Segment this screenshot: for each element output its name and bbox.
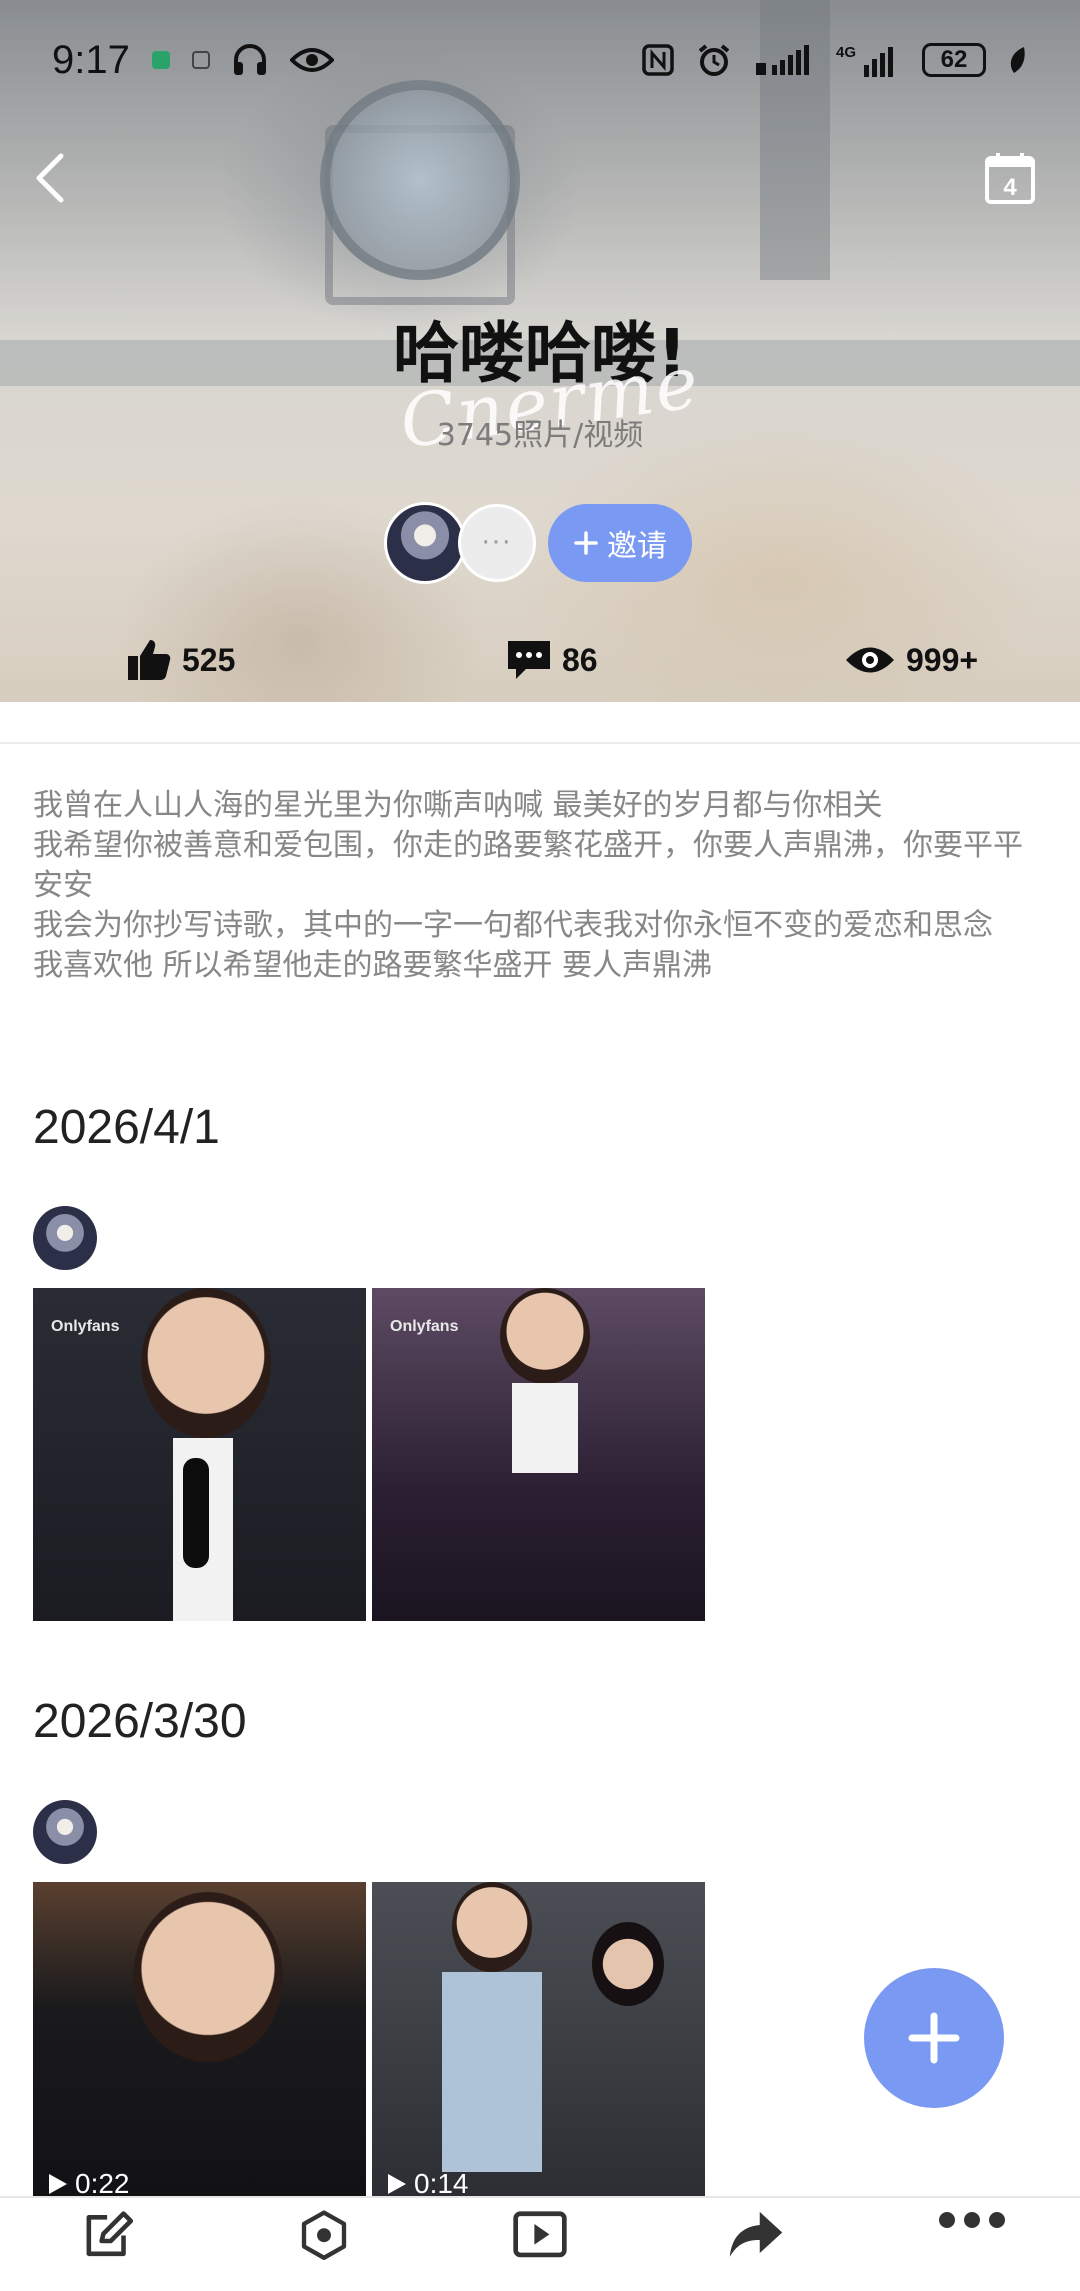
bottom-toolbar bbox=[0, 2196, 1080, 2291]
battery-indicator: 62 bbox=[922, 43, 986, 77]
album-description: 我曾在人山人海的星光里为你嘶声呐喊 最美好的岁月都与你相关 我希望你被善意和爱包… bbox=[33, 788, 1023, 983]
video-duration: 0:14 bbox=[386, 2168, 469, 2196]
photo-subject bbox=[141, 1288, 271, 1438]
like-button[interactable]: 525 bbox=[126, 620, 235, 700]
photo-brand-label: Onlyfans bbox=[51, 1318, 120, 1335]
calendar-icon: 4 bbox=[985, 153, 1035, 204]
photo-subject bbox=[500, 1288, 590, 1384]
nfc-icon bbox=[642, 44, 674, 76]
video-thumbnail[interactable]: 0:14 bbox=[372, 1882, 705, 2196]
chevron-left-icon bbox=[36, 153, 64, 203]
back-button[interactable] bbox=[20, 148, 80, 208]
photo-brand-label: Onlyfans bbox=[390, 1318, 459, 1335]
toolbar-share-button[interactable] bbox=[656, 2210, 856, 2291]
photo-subject-shirt bbox=[512, 1383, 578, 1473]
post-author-avatar[interactable] bbox=[33, 1206, 97, 1270]
app-screen: 9:17 4G 62 4 哈喽哈喽! Cnerme 3745照片/视频 ··· … bbox=[0, 0, 1080, 2291]
date-heading: 2026/4/1 bbox=[33, 1101, 220, 1154]
signal-icon bbox=[754, 45, 814, 75]
photo-thumbnail[interactable]: Onlyfans bbox=[33, 1288, 366, 1621]
hexagon-icon bbox=[301, 2210, 347, 2260]
alarm-icon bbox=[696, 43, 732, 77]
status-time: 9:17 bbox=[52, 37, 130, 82]
svg-text:4G: 4G bbox=[836, 44, 856, 61]
add-media-button[interactable] bbox=[864, 1968, 1004, 2108]
video-subject bbox=[133, 1892, 283, 2062]
date-heading: 2026/3/30 bbox=[33, 1695, 247, 1748]
photo-microphone bbox=[183, 1458, 209, 1568]
plus-icon bbox=[574, 531, 598, 555]
play-icon bbox=[513, 2211, 567, 2258]
eye-view-icon bbox=[846, 647, 894, 673]
calendar-button[interactable]: 4 bbox=[980, 148, 1040, 208]
toolbar-play-button[interactable] bbox=[440, 2210, 640, 2291]
invite-label: 邀请 bbox=[607, 529, 667, 564]
edit-icon bbox=[86, 2211, 134, 2257]
plus-icon bbox=[908, 2012, 960, 2064]
leaf-icon bbox=[1008, 45, 1028, 75]
toolbar-album-button[interactable] bbox=[224, 2210, 424, 2291]
video-subject bbox=[452, 1882, 532, 1972]
album-stats: 525 86 999+ bbox=[0, 620, 1080, 700]
video-subject-2 bbox=[592, 1922, 664, 2006]
svg-text:4: 4 bbox=[1003, 174, 1017, 201]
eye-icon bbox=[289, 46, 334, 74]
toolbar-edit-button[interactable] bbox=[8, 2210, 208, 2291]
members-row: ··· 邀请 bbox=[384, 502, 692, 584]
more-members-button[interactable]: ··· bbox=[458, 504, 536, 582]
album-cover: 9:17 4G 62 4 哈喽哈喽! Cnerme 3745照片/视频 ··· … bbox=[0, 0, 1080, 702]
view-count: 999+ bbox=[906, 641, 979, 678]
comment-icon bbox=[508, 641, 550, 679]
post-author-avatar[interactable] bbox=[33, 1800, 97, 1864]
notification-app-icon-2 bbox=[191, 51, 210, 69]
share-icon bbox=[729, 2211, 783, 2257]
toolbar-more-button[interactable] bbox=[872, 2210, 1072, 2291]
status-bar: 9:17 4G 62 bbox=[0, 0, 1080, 120]
photo-thumbnail[interactable]: Onlyfans bbox=[372, 1288, 705, 1621]
member-avatar[interactable] bbox=[384, 502, 466, 584]
play-small-icon bbox=[388, 2174, 406, 2194]
divider bbox=[0, 742, 1080, 744]
invite-button[interactable]: 邀请 bbox=[548, 504, 692, 582]
signal-4g-icon: 4G bbox=[836, 43, 900, 77]
album-media-count: 3745照片/视频 bbox=[436, 418, 644, 453]
video-subject-shirt bbox=[442, 1972, 542, 2172]
headphones-icon bbox=[232, 44, 268, 76]
video-duration: 0:22 bbox=[47, 2168, 130, 2196]
comment-button[interactable]: 86 bbox=[506, 620, 598, 700]
like-count: 525 bbox=[182, 641, 236, 678]
play-small-icon bbox=[49, 2174, 67, 2194]
video-thumbnail[interactable]: 0:22 bbox=[33, 1882, 366, 2196]
thumbs-up-icon bbox=[128, 640, 171, 680]
more-icon bbox=[939, 2212, 1005, 2228]
comment-count: 86 bbox=[562, 641, 598, 678]
notification-app-icon bbox=[151, 51, 170, 69]
view-count-display: 999+ bbox=[844, 620, 978, 700]
